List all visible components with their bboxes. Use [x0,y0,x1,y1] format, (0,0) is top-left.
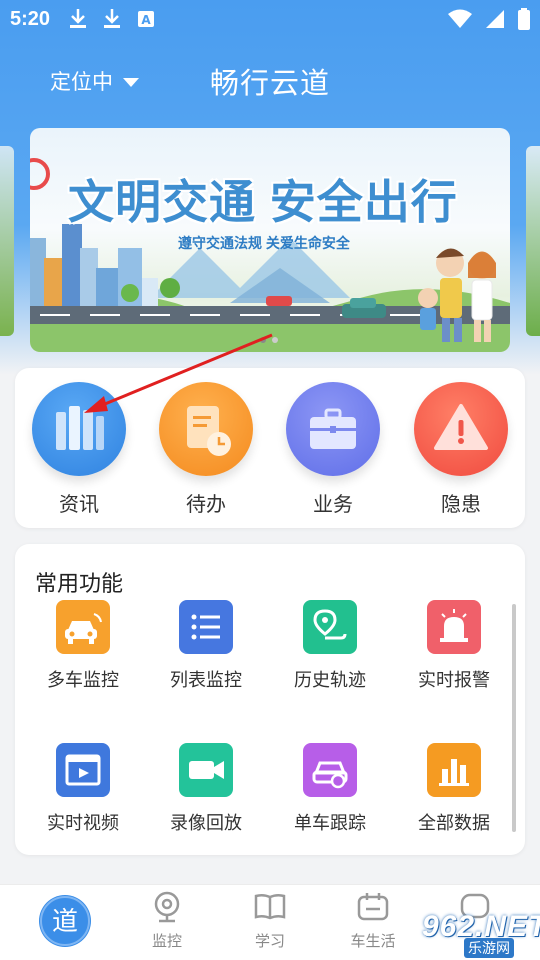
func-multi-car-monitor[interactable]: 多车监控 [23,600,143,692]
video-camera-icon [179,743,233,797]
func-label: 多车监控 [47,670,119,690]
func-list-monitor[interactable]: 列表监控 [146,600,266,692]
func-label: 历史轨迹 [294,670,366,690]
func-realtime-alarm[interactable]: 实时报警 [394,600,514,692]
list-icon [179,600,233,654]
home-tab-label: 道 [52,907,78,937]
func-single-car-track[interactable]: 单车跟踪 [270,743,390,835]
alarm-light-icon [427,600,481,654]
webcam-icon [154,891,180,923]
func-label: 单车跟踪 [294,813,366,833]
tab-study[interactable]: 学习 [225,891,315,951]
section-title: 常用功能 [35,571,124,596]
func-label: 列表监控 [170,670,242,690]
func-label: 录像回放 [170,813,242,833]
func-label: 实时视频 [47,813,119,833]
common-functions-card: 常用功能 多车监控 列表监控 历史轨迹 实时报警 实时视频 录像回放 单车跟踪 … [15,544,525,855]
func-history-track[interactable]: 历史轨迹 [270,600,390,692]
tab-monitor[interactable]: 监控 [122,891,212,951]
tab-label: 监控 [151,933,182,950]
tab-label: 学习 [254,933,285,950]
car-target-icon [303,743,357,797]
home-icon: 道 [40,896,90,946]
book-icon [254,893,286,920]
bar-chart-icon [427,743,481,797]
track-pin-icon [303,600,357,654]
scrollbar[interactable] [512,604,516,832]
func-video-playback[interactable]: 录像回放 [146,743,266,835]
watermark: 962.NET 乐游网 [402,908,540,960]
video-icon [56,743,110,797]
func-all-data[interactable]: 全部数据 [394,743,514,835]
func-realtime-video[interactable]: 实时视频 [23,743,143,835]
calendar-icon [357,893,389,921]
watermark-sub: 乐游网 [464,938,514,958]
func-label: 实时报警 [418,670,490,690]
tab-home[interactable]: 道 [39,895,91,947]
func-label: 全部数据 [418,813,490,833]
multi-car-icon [56,600,110,654]
